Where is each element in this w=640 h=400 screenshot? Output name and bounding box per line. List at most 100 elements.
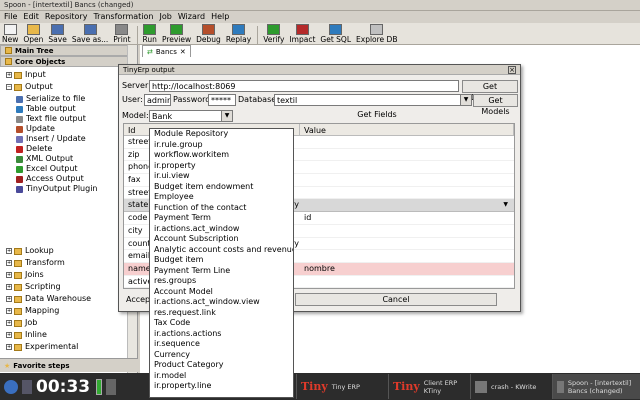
field-value[interactable]: ▼ <box>300 199 514 211</box>
save-as-button[interactable]: Save as... <box>70 24 110 44</box>
main-tree-header[interactable]: Main Tree <box>0 45 137 56</box>
expand-icon[interactable]: + <box>6 260 12 266</box>
user-input[interactable]: admin <box>144 94 171 106</box>
explore-db-button[interactable]: Explore DB <box>354 24 399 44</box>
tree-folder[interactable]: + Inline <box>0 330 137 340</box>
server-input[interactable]: http://localhost:8069 <box>149 80 459 92</box>
dropdown-option[interactable]: Currency <box>150 350 293 361</box>
desktop-pager-icon[interactable] <box>22 379 32 394</box>
menu-job[interactable]: Job <box>155 11 173 23</box>
field-value[interactable] <box>300 225 514 237</box>
dropdown-option[interactable]: Function of the contact <box>150 203 293 214</box>
get-fields-button[interactable]: Get Fields <box>237 109 517 122</box>
field-value[interactable] <box>300 276 514 288</box>
expand-icon[interactable]: + <box>6 248 12 254</box>
dropdown-option[interactable]: ir.actions.actions <box>150 329 293 340</box>
tree-item[interactable]: XML Output <box>0 154 137 164</box>
replay-button[interactable]: Replay <box>224 24 253 44</box>
core-objects-header[interactable]: Core Objects <box>0 56 137 67</box>
menu-repository[interactable]: Repository <box>41 11 90 23</box>
tree-item[interactable]: TinyOutput Plugin <box>0 184 137 194</box>
chevron-down-icon[interactable]: ▼ <box>503 199 508 211</box>
dropdown-option[interactable]: ir.actions.act_window.view <box>150 297 293 308</box>
col-value[interactable]: Value <box>300 124 514 135</box>
menu-help[interactable]: Help <box>207 11 231 23</box>
preview-button[interactable]: Preview <box>160 24 193 44</box>
dropdown-option[interactable]: Tax Code <box>150 318 293 329</box>
taskbar-task[interactable]: Tiny Client ERP KTiny <box>388 374 470 399</box>
tree-folder[interactable]: + Data Warehouse <box>0 294 137 304</box>
field-value[interactable] <box>300 174 514 186</box>
run-button[interactable]: Run <box>141 24 159 44</box>
field-value[interactable] <box>300 136 514 148</box>
tree-item[interactable]: Table output <box>0 104 137 114</box>
close-icon[interactable]: ✕ <box>180 48 186 56</box>
tree-item[interactable]: Text file output <box>0 114 137 124</box>
dropdown-option[interactable]: ir.actions.act_window <box>150 224 293 235</box>
dropdown-option[interactable]: ir.property.line <box>150 381 293 392</box>
dropdown-option[interactable]: Budget item <box>150 255 293 266</box>
get-database-button[interactable]: Get Database <box>462 80 518 102</box>
field-value[interactable]: id <box>300 212 514 224</box>
dropdown-option[interactable]: Payment Term Line <box>150 266 293 277</box>
get-sql-button[interactable]: Get SQL <box>318 24 353 44</box>
collapse-icon[interactable]: − <box>6 84 12 90</box>
menu-wizard[interactable]: Wizard <box>174 11 207 23</box>
tree-folder[interactable]: + Transform <box>0 258 137 268</box>
chevron-down-icon[interactable]: ▼ <box>221 111 232 121</box>
tree-item[interactable]: Delete <box>0 144 137 154</box>
dropdown-option[interactable]: workflow.workitem <box>150 150 293 161</box>
tree-folder[interactable]: + Input <box>0 70 137 80</box>
dropdown-option[interactable]: ir.sequence <box>150 339 293 350</box>
tree-folder[interactable]: + Mapping <box>0 306 137 316</box>
dropdown-option[interactable]: Analytic account costs and revenues <box>150 245 293 256</box>
impact-button[interactable]: Impact <box>287 24 317 44</box>
dropdown-option[interactable]: res.request.link <box>150 308 293 319</box>
taskbar-task[interactable]: crash - KWrite <box>470 374 552 399</box>
model-select[interactable]: Bank ▼ <box>149 110 233 122</box>
expand-icon[interactable]: + <box>6 272 12 278</box>
dropdown-option[interactable]: res.groups <box>150 276 293 287</box>
close-icon[interactable]: × <box>508 66 516 74</box>
tree-folder[interactable]: + Job <box>0 318 137 328</box>
field-value[interactable] <box>300 149 514 161</box>
taskbar-task[interactable]: Spoon - [intertextil] Bancs (changed) <box>552 374 640 399</box>
dropdown-option[interactable]: ir.ui.view <box>150 171 293 182</box>
get-models-button[interactable]: Get Models <box>473 94 518 116</box>
tree-folder[interactable]: + Experimental <box>0 342 137 352</box>
expand-icon[interactable]: + <box>6 344 12 350</box>
tree-item[interactable]: Insert / Update <box>0 134 137 144</box>
tree-item[interactable]: Access Output <box>0 174 137 184</box>
dropdown-option[interactable]: ir.property <box>150 161 293 172</box>
taskbar-task[interactable]: Tiny Tiny ERP <box>296 374 388 399</box>
menu-transformation[interactable]: Transformation <box>89 11 155 23</box>
battery-icon[interactable] <box>96 378 103 395</box>
field-value[interactable] <box>300 250 514 262</box>
save-button[interactable]: Save <box>46 24 68 44</box>
dropdown-option[interactable]: ir.model <box>150 371 293 382</box>
volume-icon[interactable] <box>106 378 117 395</box>
dropdown-option[interactable]: Payment Term <box>150 213 293 224</box>
dropdown-option[interactable]: ir.rule.group <box>150 140 293 151</box>
tab-bancs[interactable]: ⇄ Bancs ✕ <box>142 45 191 57</box>
database-select[interactable]: textil ▼ <box>274 94 472 106</box>
tree-item[interactable]: Update <box>0 124 137 134</box>
menu-edit[interactable]: Edit <box>19 11 41 23</box>
open-button[interactable]: Open <box>21 24 45 44</box>
expand-icon[interactable]: + <box>6 72 12 78</box>
password-input[interactable]: ***** <box>208 94 236 106</box>
field-value[interactable] <box>300 161 514 173</box>
expand-icon[interactable]: + <box>6 308 12 314</box>
expand-icon[interactable]: + <box>6 284 12 290</box>
dropdown-option[interactable]: Product Category <box>150 360 293 371</box>
menu-file[interactable]: File <box>0 11 19 23</box>
tree-folder[interactable]: + Joins <box>0 270 137 280</box>
favorite-steps-bar[interactable]: ★ Favorite steps <box>0 358 138 372</box>
expand-icon[interactable]: + <box>6 332 12 338</box>
tree-folder[interactable]: + Scripting <box>0 282 137 292</box>
field-value[interactable] <box>300 238 514 250</box>
kde-menu-icon[interactable] <box>4 379 18 394</box>
expand-icon[interactable]: + <box>6 296 12 302</box>
tree-item[interactable]: Serialize to file <box>0 94 137 104</box>
field-value[interactable] <box>300 288 514 289</box>
